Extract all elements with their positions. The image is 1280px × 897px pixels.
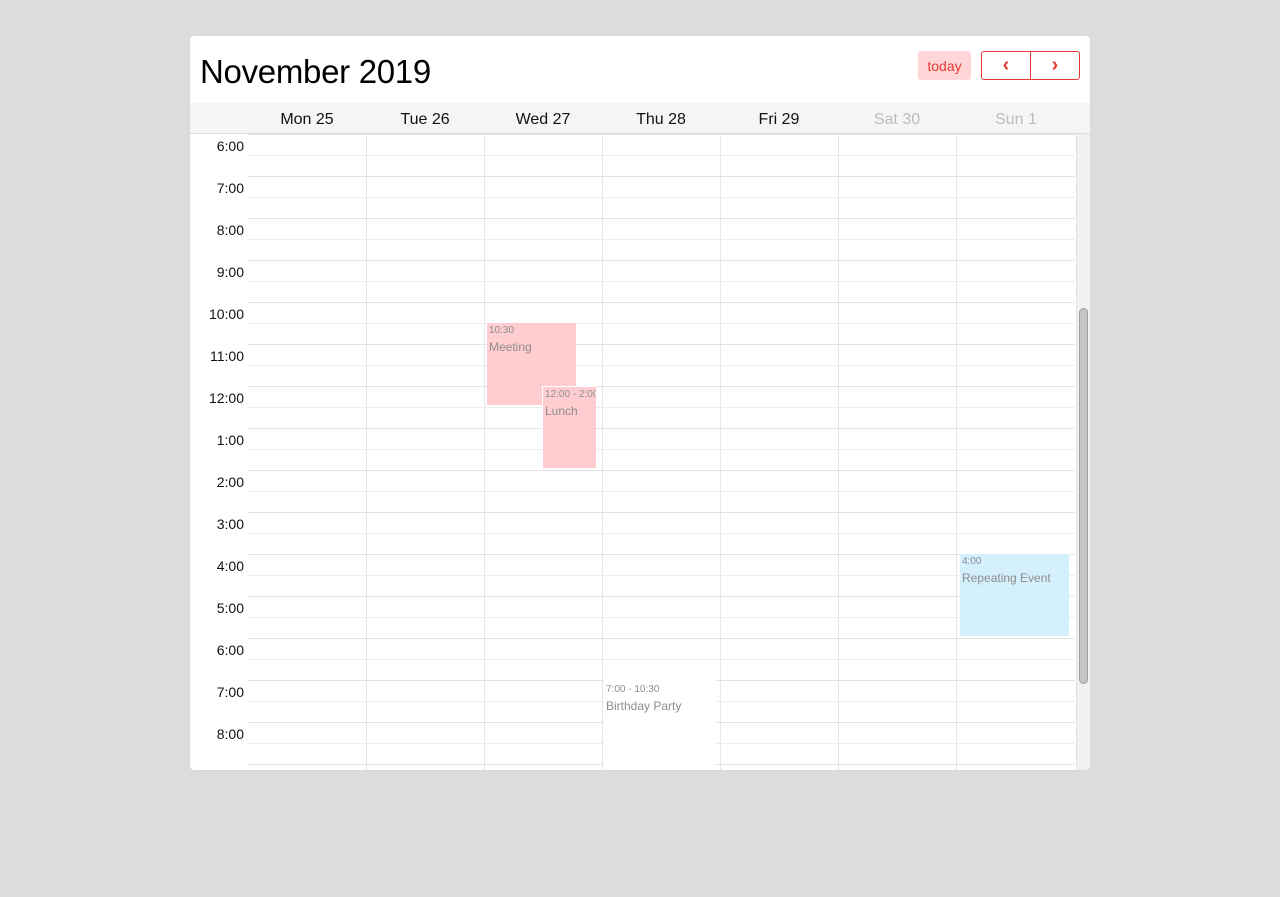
hour-line [248, 512, 1075, 513]
time-label: 2:00 [216, 474, 244, 490]
time-label: 7:00 [216, 684, 244, 700]
time-label: 1:00 [216, 432, 244, 448]
day-header[interactable]: Wed 27 [484, 103, 602, 133]
time-label: 3:00 [216, 516, 244, 532]
vertical-scrollbar[interactable] [1076, 134, 1090, 770]
hour-line [248, 386, 1075, 387]
half-hour-line [248, 491, 1075, 492]
hour-line [248, 218, 1075, 219]
hour-line [248, 344, 1075, 345]
time-label: 10:00 [208, 306, 244, 322]
event-time: 4:00 [962, 556, 982, 567]
calendar: November 2019 today ‹ › Mon 25 Tue 26 We… [190, 36, 1090, 770]
time-label: 9:00 [216, 264, 244, 280]
half-hour-line [248, 617, 1075, 618]
hour-line [248, 302, 1075, 303]
half-hour-line [248, 575, 1075, 576]
day-header[interactable]: Tue 26 [366, 103, 484, 133]
chevron-left-icon: ‹ [1002, 54, 1010, 76]
hour-line [248, 470, 1075, 471]
hour-line [248, 428, 1075, 429]
hour-line [248, 176, 1075, 177]
column-divider [484, 134, 485, 770]
hour-line [248, 554, 1075, 555]
half-hour-line [248, 449, 1075, 450]
half-hour-line [248, 239, 1075, 240]
today-button[interactable]: today [918, 51, 971, 80]
event-lunch[interactable]: 12:00 - 2:00 Lunch [542, 386, 596, 468]
calendar-title: November 2019 [200, 53, 431, 90]
time-label: 7:00 [216, 180, 244, 196]
next-button[interactable]: › [1030, 52, 1079, 79]
hour-line [248, 638, 1075, 639]
event-repeating[interactable]: 4:00 Repeating Event [960, 554, 1069, 636]
event-title: Lunch [545, 404, 578, 418]
hour-line [248, 596, 1075, 597]
nav-button-group: ‹ › [981, 51, 1080, 80]
column-divider [838, 134, 839, 770]
time-label: 6:00 [216, 642, 244, 658]
time-label: 6:00 [216, 138, 244, 154]
day-header-row: Mon 25 Tue 26 Wed 27 Thu 28 Fri 29 Sat 3… [190, 103, 1090, 134]
hour-line [248, 260, 1075, 261]
half-hour-line [248, 407, 1075, 408]
chevron-right-icon: › [1051, 54, 1059, 76]
prev-button[interactable]: ‹ [982, 52, 1030, 79]
time-label: 12:00 [208, 390, 244, 406]
hour-line [248, 134, 1075, 135]
day-header[interactable]: Thu 28 [602, 103, 720, 133]
event-birthday-party[interactable]: 7:00 - 10:30 Birthday Party [604, 680, 716, 770]
event-time: 7:00 - 10:30 [606, 684, 660, 695]
day-header[interactable]: Fri 29 [720, 103, 838, 133]
day-header[interactable]: Mon 25 [248, 103, 366, 133]
day-header[interactable]: Sat 30 [838, 103, 956, 133]
event-title: Meeting [489, 340, 532, 354]
day-header[interactable]: Sun 1 [957, 103, 1075, 133]
time-label: 4:00 [216, 558, 244, 574]
column-divider [602, 134, 603, 770]
time-label: 5:00 [216, 600, 244, 616]
event-title: Birthday Party [606, 699, 682, 713]
event-time: 10:30 [489, 325, 515, 336]
time-grid[interactable]: 6:00 7:00 8:00 9:00 10:00 11:00 12:00 1:… [190, 134, 1090, 770]
scrollbar-thumb[interactable] [1079, 308, 1088, 684]
half-hour-line [248, 281, 1075, 282]
time-label: 8:00 [216, 222, 244, 238]
half-hour-line [248, 659, 1075, 660]
column-divider [720, 134, 721, 770]
event-title: Repeating Event [962, 571, 1051, 585]
half-hour-line [248, 197, 1075, 198]
time-label: 11:00 [210, 348, 244, 364]
half-hour-line [248, 155, 1075, 156]
column-divider [956, 134, 957, 770]
half-hour-line [248, 533, 1075, 534]
half-hour-line [248, 365, 1075, 366]
half-hour-line [248, 323, 1075, 324]
column-divider [366, 134, 367, 770]
time-label: 8:00 [216, 726, 244, 742]
event-time: 12:00 - 2:00 [545, 389, 596, 400]
